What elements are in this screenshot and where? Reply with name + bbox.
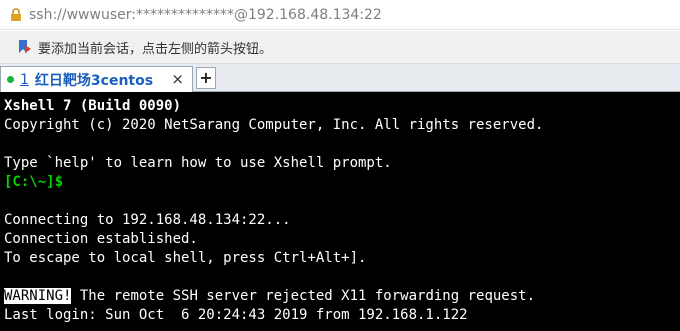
- hint-text: 要添加当前会话，点击左侧的箭头按钮。: [38, 41, 273, 57]
- address-bar[interactable]: ssh://wwwuser:**************@192.168.48.…: [0, 0, 680, 30]
- close-icon[interactable]: ×: [171, 70, 184, 88]
- lock-icon: [11, 7, 21, 21]
- session-address[interactable]: ssh://wwwuser:**************@192.168.48.…: [29, 7, 382, 23]
- terminal-line: Type `help' to learn how to use Xshell p…: [4, 155, 392, 171]
- terminal-line: Connecting to 192.168.48.134:22...: [4, 212, 291, 228]
- session-hint-bar: 要添加当前会话，点击左侧的箭头按钮。: [0, 31, 680, 64]
- bookmark-icon[interactable]: [16, 39, 32, 55]
- warning-message: The remote SSH server rejected X11 forwa…: [71, 288, 536, 304]
- terminal-line: Copyright (c) 2020 NetSarang Computer, I…: [4, 117, 544, 133]
- connected-status-icon: [7, 76, 14, 83]
- terminal-line: WARNING! The remote SSH server rejected …: [4, 287, 535, 306]
- terminal-line: Last login: Sun Oct 6 20:24:43 2019 from…: [4, 307, 468, 323]
- tab-session-1[interactable]: 1 红日靶场3centos ×: [0, 66, 193, 92]
- terminal-line: Xshell 7 (Build 0090): [4, 98, 182, 114]
- tab-bar: 1 红日靶场3centos × +: [0, 64, 680, 92]
- terminal-line: To escape to local shell, press Ctrl+Alt…: [4, 250, 367, 266]
- warning-label: WARNING!: [4, 288, 72, 304]
- tab-number: 1: [20, 71, 29, 88]
- terminal-prompt: [C:\~]$: [4, 174, 64, 190]
- new-tab-button[interactable]: +: [196, 67, 216, 89]
- terminal-output[interactable]: Xshell 7 (Build 0090) Copyright (c) 2020…: [0, 92, 680, 331]
- tab-title: 红日靶场3centos: [34, 72, 154, 89]
- terminal-line: Connection established.: [4, 231, 198, 247]
